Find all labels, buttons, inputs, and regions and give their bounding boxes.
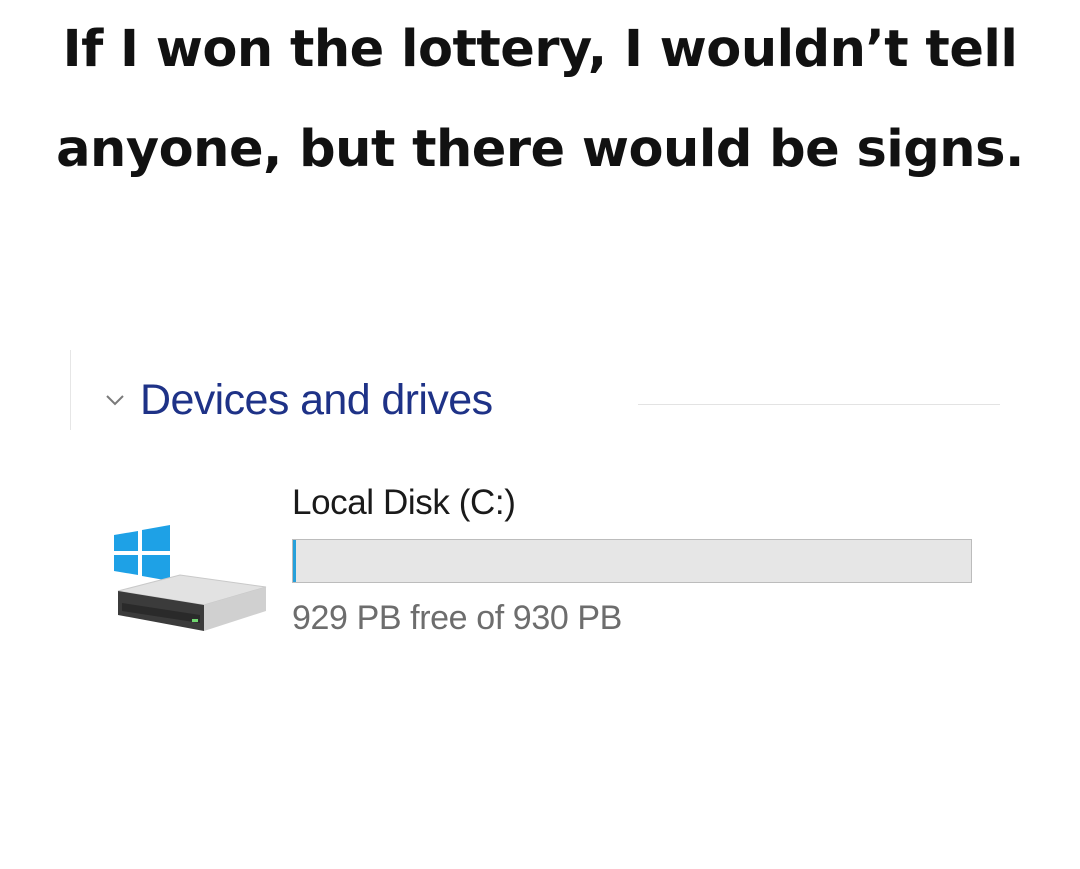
caption-line-1: If I won the lottery, I wouldn’t tell [62,20,1018,79]
section-title: Devices and drives [140,375,493,424]
caption-line-2: anyone, but there would be signs. [56,120,1024,179]
drive-free-space: 929 PB free of 930 PB [292,599,622,637]
drive-item-local-disk-c[interactable]: Local Disk (C:) 929 PB free of 930 PB [110,475,990,655]
devices-section-header[interactable]: Devices and drives [104,372,493,428]
drive-name: Local Disk (C:) [292,483,516,522]
section-divider [638,404,1000,405]
windows-drive-icon [114,525,267,631]
file-explorer-panel: Devices and drives Local Disk (C:) 929 P… [70,350,1010,680]
meme-caption: If I won the lottery, I wouldn’t tell an… [0,0,1080,200]
drive-usage-bar [292,539,972,583]
chevron-down-icon[interactable] [104,389,126,411]
panel-divider [70,350,71,430]
windows-logo-icon [114,525,170,581]
drive-usage-fill [293,540,296,582]
